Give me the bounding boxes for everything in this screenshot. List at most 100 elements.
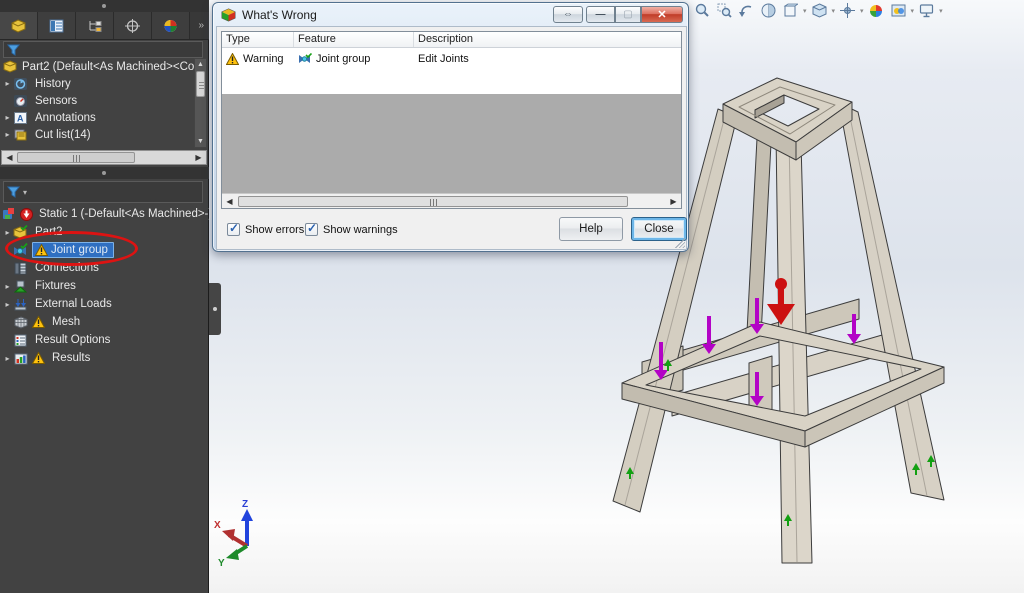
scrollbar-thumb[interactable]: [17, 152, 135, 163]
fixtures-icon: [13, 279, 28, 293]
tree-item-fixtures[interactable]: ▸ Fixtures: [2, 277, 207, 295]
scroll-right-icon[interactable]: ▶: [191, 151, 206, 164]
errors-table[interactable]: Type Feature Description Warning Joint g…: [221, 31, 682, 209]
scroll-up-icon[interactable]: ▲: [195, 59, 206, 70]
panel-splitter-top[interactable]: [0, 0, 209, 12]
expand-arrow-icon[interactable]: ▸: [2, 354, 13, 363]
feature-tree-hscrollbar[interactable]: ◀ ▶: [1, 150, 207, 165]
tree-item-connections[interactable]: Connections: [2, 259, 207, 277]
tree-item-part2[interactable]: ▸ Part2: [2, 223, 207, 241]
tree-item-sensors[interactable]: Sensors: [2, 92, 194, 109]
column-description[interactable]: Description: [414, 32, 681, 47]
model-front-leg: [776, 133, 812, 563]
filter-funnel-icon: [7, 186, 20, 198]
scroll-left-icon[interactable]: ◀: [222, 195, 237, 208]
tree-item-external-loads[interactable]: ▸ External Loads: [2, 295, 207, 313]
panel-splitter-mid[interactable]: [0, 167, 209, 179]
configuration-tree-icon: [87, 19, 102, 33]
tree-item-history[interactable]: ▸ History: [2, 75, 194, 92]
tree-item-label: Cut list(14): [32, 128, 94, 142]
tree-item-cutlist[interactable]: ▸ Cut list(14): [2, 126, 194, 143]
tree-item-label: External Loads: [32, 297, 115, 311]
checkbox-label: Show errors: [245, 224, 304, 236]
scrollbar-thumb[interactable]: [196, 71, 205, 97]
tab-configurationmanager[interactable]: [76, 12, 114, 39]
splitter-dot-icon: [102, 4, 106, 8]
show-errors-checkbox[interactable]: ✓ Show errors: [227, 223, 304, 236]
dialog-footer: ✓ Show errors ✓ Show warnings Help Close: [217, 209, 686, 249]
column-type[interactable]: Type: [222, 32, 294, 47]
filter-caret-icon[interactable]: ▾: [23, 188, 27, 197]
tree-item-results[interactable]: ▸ Results: [2, 349, 207, 367]
feature-manager-panel: » Part2 (Default<As Machined><Cop ▸ Hist…: [0, 0, 209, 593]
tree-item-mesh[interactable]: Mesh: [2, 313, 207, 331]
context-help-button[interactable]: ⇔: [553, 6, 583, 23]
tree-item-label: Joint group: [48, 243, 111, 257]
expand-arrow-icon[interactable]: ▸: [2, 228, 13, 237]
help-button[interactable]: Help: [559, 217, 623, 241]
sensors-icon: [13, 94, 28, 108]
tree-item-label: Result Options: [32, 333, 113, 347]
study-icon: [2, 207, 17, 221]
warning-icon: [226, 53, 239, 65]
checkbox-icon[interactable]: ✓: [227, 223, 240, 236]
dimxpert-crosshair-icon: [125, 19, 140, 33]
tree-item-label: Connections: [32, 261, 102, 275]
part-check-icon: [13, 225, 28, 239]
tab-overflow-chevron[interactable]: »: [193, 12, 209, 39]
scroll-right-icon[interactable]: ▶: [666, 195, 681, 208]
simulation-filter-bar[interactable]: ▾: [3, 181, 203, 203]
resize-grip[interactable]: [675, 238, 685, 248]
minimize-button[interactable]: —: [586, 6, 615, 23]
annotations-icon: A: [13, 111, 28, 125]
tree-item-label: Part2 (Default<As Machined><Cop: [19, 60, 204, 74]
manager-tab-bar: »: [0, 12, 209, 40]
expand-arrow-icon[interactable]: ▸: [2, 79, 13, 88]
tab-dimxpertmanager[interactable]: [114, 12, 152, 39]
external-loads-icon: [13, 297, 28, 311]
dialog-title: What's Wrong: [242, 8, 317, 22]
panel-collapse-handle[interactable]: [209, 283, 221, 335]
part-icon: [2, 60, 17, 74]
column-feature[interactable]: Feature: [294, 32, 414, 47]
whats-wrong-icon: [221, 8, 236, 22]
orientation-triad: [222, 509, 253, 560]
tree-item-static-study[interactable]: Static 1 (-Default<As Machined>-): [2, 205, 207, 223]
expand-arrow-icon[interactable]: ▸: [2, 300, 13, 309]
triad-y-label: Y: [218, 558, 225, 569]
connections-icon: [13, 261, 28, 275]
show-warnings-checkbox[interactable]: ✓ Show warnings: [305, 223, 398, 236]
warning-icon: [35, 244, 48, 256]
history-icon: [13, 77, 28, 91]
property-list-icon: [49, 19, 64, 33]
model-back-leg: [747, 119, 772, 336]
feature-tree-vscrollbar[interactable]: ▲ ▼: [194, 58, 207, 148]
tree-item-joint-group[interactable]: Joint group: [2, 241, 207, 259]
expand-arrow-icon[interactable]: ▸: [2, 282, 13, 291]
tree-item-label: Results: [49, 351, 93, 365]
splitter-dot-icon: [102, 171, 106, 175]
tab-featuremanager[interactable]: [0, 12, 38, 39]
table-row[interactable]: Warning Joint group Edit Joints: [222, 50, 681, 68]
run-down-arrow-icon: [19, 207, 34, 221]
tab-propertymanager[interactable]: [38, 12, 76, 39]
tree-item-annotations[interactable]: ▸ A Annotations: [2, 109, 194, 126]
tree-item-label: Annotations: [32, 111, 99, 125]
table-hscrollbar[interactable]: ◀ ▶: [222, 193, 681, 208]
close-window-button[interactable]: ✕: [641, 6, 683, 23]
scrollbar-thumb[interactable]: [238, 196, 628, 207]
tree-item-part2-root[interactable]: Part2 (Default<As Machined><Cop: [2, 58, 194, 75]
tab-displaymanager[interactable]: [152, 12, 190, 39]
tree-filter-bar[interactable]: [3, 41, 203, 58]
result-options-icon: [13, 333, 28, 347]
expand-arrow-icon[interactable]: ▸: [2, 130, 13, 139]
scroll-left-icon[interactable]: ◀: [2, 151, 17, 164]
warning-icon: [32, 352, 45, 364]
scroll-down-icon[interactable]: ▼: [195, 136, 206, 147]
maximize-button[interactable]: ▢: [615, 6, 641, 23]
expand-arrow-icon[interactable]: ▸: [2, 113, 13, 122]
joint-group-icon: [13, 243, 28, 257]
checkbox-icon[interactable]: ✓: [305, 223, 318, 236]
tree-item-result-options[interactable]: Result Options: [2, 331, 207, 349]
svg-text:A: A: [17, 113, 24, 123]
